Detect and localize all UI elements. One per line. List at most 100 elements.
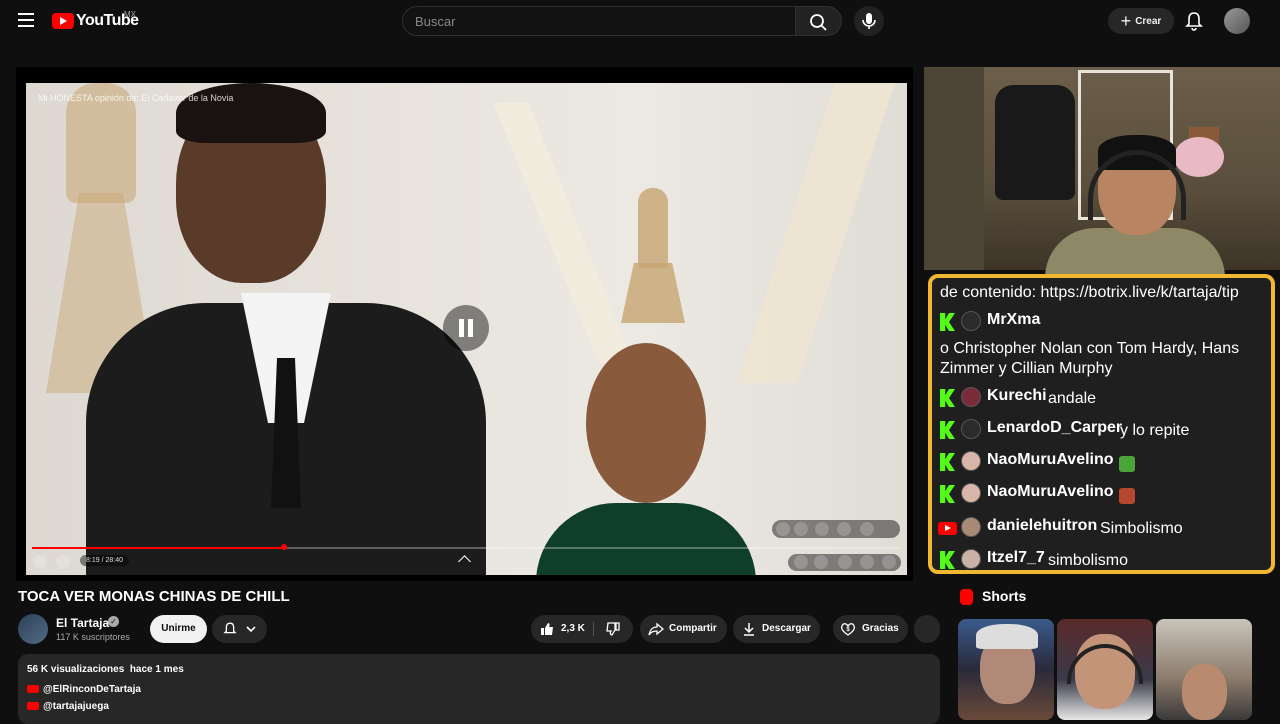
like-icon[interactable] [539, 621, 555, 637]
chat-user-avatar [961, 387, 981, 407]
chat-username: LenardoD_Carper [987, 419, 1123, 436]
more-actions-button[interactable] [914, 615, 940, 643]
search-button[interactable] [796, 6, 842, 36]
chat-user-avatar [961, 517, 981, 537]
search-input[interactable] [403, 7, 797, 35]
short-thumbnail[interactable] [1156, 619, 1252, 720]
chat-user-avatar [961, 311, 981, 331]
channel-name[interactable]: El Tartaja [56, 616, 109, 630]
chat-overlay: de contenido: https://botrix.live/k/tart… [928, 274, 1275, 574]
overlay-dislike-icon[interactable] [794, 522, 808, 536]
chat-username: Kurechi [987, 387, 1047, 404]
search-icon [810, 14, 827, 31]
country-code: MX [124, 10, 136, 19]
video-title: TOCA VER MONAS CHINAS DE CHILL [18, 588, 290, 605]
search-box[interactable] [402, 6, 797, 36]
pause-button[interactable] [443, 305, 489, 351]
chat-wrapped-line: o Christopher Nolan con Tom Hardy, Hans [940, 340, 1240, 357]
download-icon [744, 623, 754, 636]
autoplay-icon[interactable] [814, 555, 828, 569]
dislike-icon[interactable] [605, 621, 621, 637]
fullscreen-icon[interactable] [882, 555, 896, 569]
time-display: 8:19 / 28:40 [80, 555, 129, 566]
chat-username: Itzel7_7 [987, 549, 1045, 566]
thanks-button[interactable]: $ Gracias [833, 615, 908, 643]
share-button[interactable]: Compartir [640, 615, 727, 643]
kick-badge-icon [940, 389, 955, 407]
chat-message: MrXma [932, 308, 1271, 336]
shorts-heading: Shorts [982, 588, 1027, 604]
short-thumbnail[interactable] [958, 619, 1054, 720]
kick-badge-icon [940, 313, 955, 331]
bell-icon [223, 622, 237, 634]
description-link[interactable]: @ElRinconDeTartaja [27, 684, 141, 695]
kick-badge-icon [940, 551, 955, 569]
chat-user-avatar [961, 483, 981, 503]
chat-user-avatar [961, 549, 981, 569]
top-bar: YouTube MX + Crear [0, 0, 1280, 42]
download-label: Descargar [762, 623, 811, 634]
svg-text:$: $ [846, 627, 850, 633]
overlay-like-icon[interactable] [776, 522, 790, 536]
overlay-more-icon[interactable] [860, 522, 874, 536]
description-link[interactable]: @tartajajuega [27, 701, 109, 712]
like-count[interactable]: 2,3 K [561, 615, 585, 643]
channel-avatar[interactable] [18, 614, 48, 644]
green-frog-emote-icon [1119, 456, 1135, 472]
chat-user-avatar [961, 451, 981, 471]
download-button[interactable]: Descargar [733, 615, 820, 643]
notifications-bell-icon[interactable] [1184, 10, 1204, 32]
miniplayer-icon[interactable] [838, 555, 852, 569]
chat-message: danielehuitron Simbolismo [932, 514, 1271, 542]
kick-badge-icon [940, 453, 955, 471]
chat-username: MrXma [987, 311, 1041, 328]
subscription-bell-button[interactable] [212, 615, 267, 643]
volume-icon[interactable] [56, 555, 70, 569]
settings-gear-icon[interactable] [860, 555, 874, 569]
progress-scrubber[interactable] [281, 544, 287, 550]
overlay-share-icon[interactable] [837, 522, 851, 536]
overlay-comment-icon[interactable] [815, 522, 829, 536]
chat-message: Itzel7_7 simbolismo [932, 546, 1271, 570]
subscriber-count: 117 K suscriptores [56, 632, 130, 642]
red-face-emote-icon [1119, 488, 1135, 504]
play-pause-control-icon[interactable] [33, 555, 47, 569]
verified-check-icon: ✓ [108, 616, 119, 627]
shorts-icon [960, 589, 973, 605]
youtube-small-icon [27, 685, 39, 694]
join-button[interactable]: Unirme [150, 615, 207, 643]
video-overlay-title: Mi HONESTA opinión de: El Cadáver de la … [38, 93, 234, 103]
chat-text: simbolismo [1048, 552, 1129, 569]
thanks-label: Gracias [862, 623, 899, 634]
microphone-icon [862, 13, 876, 29]
video-actions-overlay [772, 520, 900, 538]
youtube-small-icon [27, 702, 39, 711]
super-thanks-icon: $ [841, 623, 855, 636]
share-icon [648, 622, 664, 636]
create-button[interactable]: + Crear [1108, 8, 1174, 34]
chat-top-line: de contenido: https://botrix.live/k/tart… [940, 284, 1239, 301]
voice-search-button[interactable] [854, 6, 884, 36]
chat-text: Simbolismo [1100, 520, 1183, 537]
like-dislike-group: 2,3 K [531, 615, 633, 643]
chat-text: andale [1048, 390, 1097, 407]
plus-icon: + [1120, 11, 1132, 31]
chat-username: danielehuitron [987, 517, 1098, 534]
captions-icon[interactable] [794, 555, 808, 569]
kick-badge-icon [940, 485, 955, 503]
chat-message: NaoMuruAvelino [932, 480, 1271, 508]
create-label: Crear [1135, 15, 1162, 27]
view-count-and-date: 56 K visualizaciones hace 1 mes [27, 664, 184, 675]
share-label: Compartir [669, 623, 717, 634]
progress-fill [32, 547, 284, 549]
user-avatar[interactable] [1224, 8, 1250, 34]
woman-dress [536, 503, 756, 575]
chat-username: NaoMuruAvelino [987, 483, 1114, 500]
man-hair [176, 83, 326, 143]
chat-message: Kurechi andale [932, 384, 1271, 412]
short-thumbnail[interactable] [1057, 619, 1153, 720]
youtube-play-icon [52, 13, 74, 29]
hamburger-menu-icon[interactable] [18, 13, 34, 27]
chat-wrapped-line: Zimmer y Cillian Murphy [940, 360, 1113, 377]
chat-message: LenardoD_Carper y lo repite [932, 416, 1271, 444]
